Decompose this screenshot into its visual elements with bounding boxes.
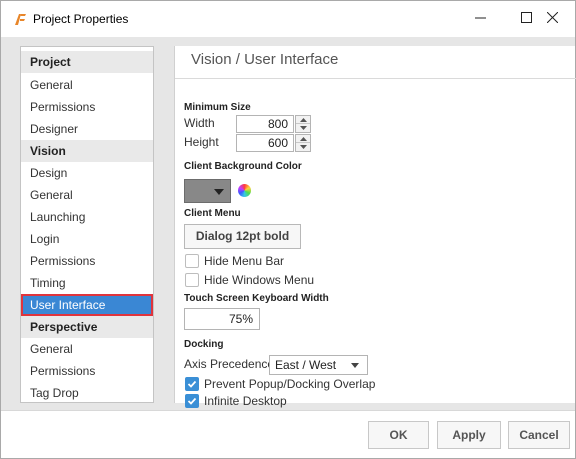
close-button[interactable] bbox=[529, 1, 575, 37]
sidebar-header-vision: Vision bbox=[21, 140, 153, 162]
minimum-size-heading: Minimum Size bbox=[184, 102, 251, 113]
window-title: Project Properties bbox=[33, 12, 129, 26]
hide-windows-menu-checkbox[interactable] bbox=[185, 273, 199, 287]
ok-button[interactable]: OK bbox=[368, 421, 429, 449]
sidebar-header-perspective: Perspective bbox=[21, 316, 153, 338]
chevron-up-icon[interactable] bbox=[296, 116, 310, 124]
axis-precedence-select[interactable]: East / West bbox=[269, 355, 368, 375]
menu-font-button[interactable]: Dialog 12pt bold bbox=[184, 224, 301, 249]
chevron-down-icon[interactable] bbox=[296, 124, 310, 132]
prevent-overlap-label: Prevent Popup/Docking Overlap bbox=[204, 377, 376, 391]
width-input[interactable]: 800 bbox=[236, 115, 294, 133]
dialog-body: Project General Permissions Designer Vis… bbox=[1, 37, 576, 410]
check-icon bbox=[187, 397, 197, 405]
sidebar-item-project-general[interactable]: General bbox=[21, 74, 153, 96]
project-properties-window: Project Properties Project General Permi… bbox=[0, 0, 576, 459]
cancel-button[interactable]: Cancel bbox=[508, 421, 570, 449]
axis-precedence-label: Axis Precedence bbox=[184, 357, 275, 371]
width-label: Width bbox=[184, 116, 215, 130]
sidebar-item-login[interactable]: Login bbox=[21, 228, 153, 250]
sidebar-item-perspective-general[interactable]: General bbox=[21, 338, 153, 360]
docking-heading: Docking bbox=[184, 339, 224, 350]
height-input[interactable]: 600 bbox=[236, 134, 294, 152]
apply-button[interactable]: Apply bbox=[437, 421, 501, 449]
sidebar-header-project: Project bbox=[21, 51, 153, 73]
background-color-picker[interactable] bbox=[184, 179, 231, 203]
prevent-overlap-checkbox[interactable] bbox=[185, 377, 199, 391]
hide-windows-menu-label: Hide Windows Menu bbox=[204, 273, 315, 287]
infinite-desktop-label: Infinite Desktop bbox=[204, 394, 287, 408]
axis-precedence-value: East / West bbox=[275, 358, 337, 372]
client-menu-heading: Client Menu bbox=[184, 208, 241, 219]
sidebar-item-project-permissions[interactable]: Permissions bbox=[21, 96, 153, 118]
category-sidebar: Project General Permissions Designer Vis… bbox=[20, 46, 154, 403]
caret-down-icon bbox=[214, 189, 224, 195]
sidebar-item-launching[interactable]: Launching bbox=[21, 206, 153, 228]
minimize-icon bbox=[474, 12, 486, 26]
background-color-heading: Client Background Color bbox=[184, 161, 302, 172]
title-bar[interactable]: Project Properties bbox=[1, 1, 575, 37]
height-label: Height bbox=[184, 135, 219, 149]
sidebar-item-design[interactable]: Design bbox=[21, 162, 153, 184]
width-spinner[interactable] bbox=[295, 115, 311, 133]
close-icon bbox=[546, 11, 558, 26]
sidebar-item-user-interface[interactable]: User Interface bbox=[21, 294, 153, 316]
sidebar-item-vision-general[interactable]: General bbox=[21, 184, 153, 206]
hide-menu-bar-label: Hide Menu Bar bbox=[204, 254, 285, 268]
dialog-footer: OK Apply Cancel bbox=[1, 410, 575, 458]
infinite-desktop-checkbox[interactable] bbox=[185, 394, 199, 408]
keyboard-width-heading: Touch Screen Keyboard Width bbox=[184, 293, 329, 304]
title-divider bbox=[175, 78, 576, 79]
sidebar-item-perspective-permissions[interactable]: Permissions bbox=[21, 360, 153, 382]
page-title: Vision / User Interface bbox=[191, 51, 339, 68]
sidebar-item-timing[interactable]: Timing bbox=[21, 272, 153, 294]
chevron-down-icon bbox=[351, 363, 359, 368]
sidebar-item-vision-permissions[interactable]: Permissions bbox=[21, 250, 153, 272]
check-icon bbox=[187, 380, 197, 388]
sidebar-item-designer[interactable]: Designer bbox=[21, 118, 153, 140]
height-spinner[interactable] bbox=[295, 134, 311, 152]
minimize-button[interactable] bbox=[457, 1, 503, 37]
keyboard-width-input[interactable]: 75% bbox=[184, 308, 260, 330]
chevron-down-icon[interactable] bbox=[296, 143, 310, 151]
app-icon bbox=[12, 11, 28, 27]
chevron-up-icon[interactable] bbox=[296, 135, 310, 143]
settings-panel: Vision / User Interface Minimum Size Wid… bbox=[174, 46, 576, 408]
sidebar-item-tag-drop[interactable]: Tag Drop bbox=[21, 382, 153, 404]
color-wheel-icon[interactable] bbox=[238, 184, 251, 197]
hide-menu-bar-checkbox[interactable] bbox=[185, 254, 199, 268]
